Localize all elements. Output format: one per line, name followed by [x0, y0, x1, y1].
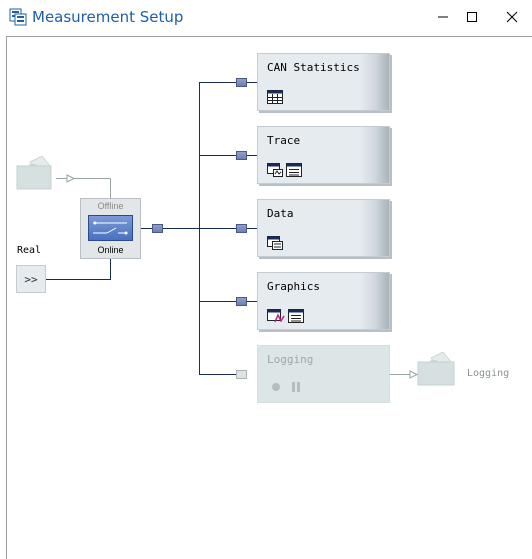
trace-block[interactable]: Trace	[257, 126, 390, 184]
graphics-label: Graphics	[267, 280, 320, 293]
trace-window-icon[interactable]	[267, 163, 283, 177]
switch-toggle[interactable]	[88, 215, 133, 241]
can-statistics-block[interactable]: CAN Statistics	[257, 53, 390, 111]
record-icon[interactable]	[271, 382, 281, 392]
close-icon	[506, 11, 518, 23]
maximize-button[interactable]	[461, 6, 483, 28]
logging-insert-node[interactable]	[236, 370, 247, 379]
real-source-button[interactable]: >>	[16, 265, 46, 293]
logging-output-folder-icon[interactable]	[417, 352, 459, 386]
minimize-button[interactable]	[432, 6, 454, 28]
statistics-table-icon[interactable]	[267, 90, 283, 104]
trace-label: Trace	[267, 134, 301, 147]
offline-label: Offline	[97, 201, 124, 211]
close-button[interactable]	[501, 6, 523, 28]
window-title: Measurement Setup	[32, 8, 184, 26]
online-offline-switch[interactable]: Offline Online	[80, 198, 141, 259]
switch-output-node[interactable]	[152, 224, 163, 233]
measurement-setup-canvas: Offline Online Real >> CAN Statistics Tr…	[6, 36, 532, 559]
maximize-icon	[467, 12, 477, 22]
minimize-icon	[438, 16, 448, 18]
config-icon[interactable]	[288, 309, 304, 323]
data-block[interactable]: Data	[257, 199, 390, 257]
switch-icon	[93, 221, 128, 235]
data-label: Data	[267, 207, 294, 220]
measurement-setup-window: Measurement Setup Offline Online Real >>…	[0, 0, 532, 559]
logging-label: Logging	[267, 353, 314, 366]
real-label: Real	[17, 245, 42, 256]
config-icon[interactable]	[286, 163, 302, 177]
logging-output-label: Logging	[467, 368, 510, 379]
graphics-window-icon[interactable]	[267, 309, 285, 323]
title-bar: Measurement Setup	[0, 0, 532, 34]
data-insert-node[interactable]	[236, 224, 247, 233]
offline-source-folder-icon[interactable]	[16, 156, 56, 190]
trace-insert-node[interactable]	[236, 151, 247, 160]
pause-icon[interactable]	[291, 382, 301, 392]
online-label: Online	[97, 245, 124, 255]
can-statistics-insert-node[interactable]	[236, 78, 247, 87]
real-button-label: >>	[24, 272, 38, 286]
logging-block[interactable]: Logging	[257, 345, 390, 403]
graphics-block[interactable]: Graphics	[257, 272, 390, 330]
data-window-icon[interactable]	[267, 236, 283, 250]
graphics-insert-node[interactable]	[236, 297, 247, 306]
can-statistics-label: CAN Statistics	[267, 61, 360, 74]
measurement-setup-app-icon	[9, 8, 27, 26]
